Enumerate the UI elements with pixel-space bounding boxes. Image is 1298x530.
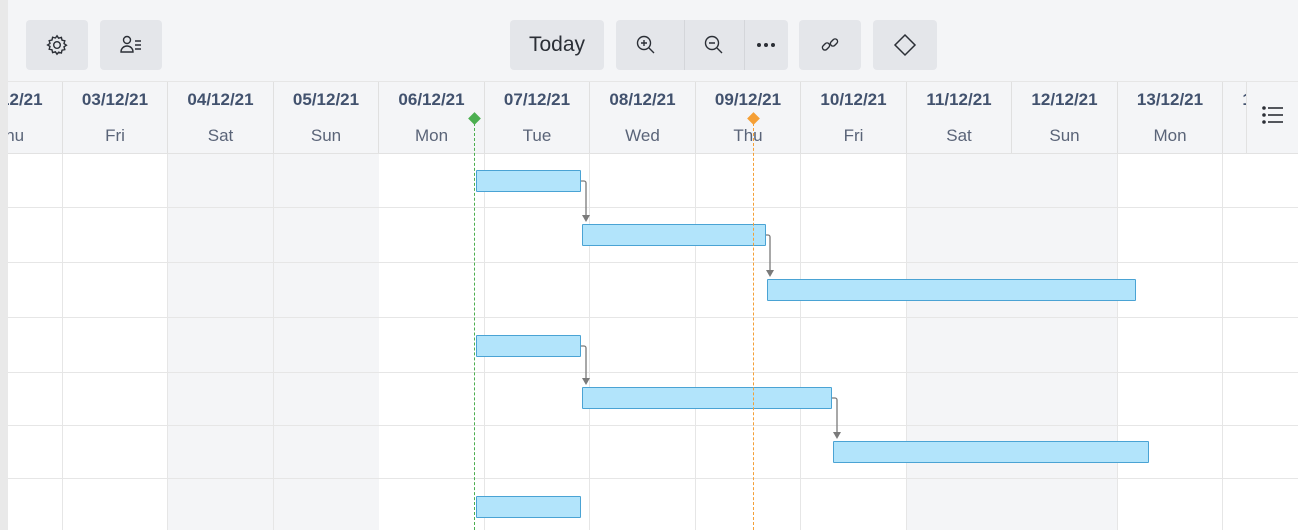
day-column — [694, 154, 801, 530]
task-bar[interactable] — [582, 387, 832, 409]
link-icon — [819, 34, 841, 56]
left-panel-edge[interactable] — [0, 0, 8, 530]
day-header-cell: Sun — [1011, 118, 1117, 153]
ellipsis-icon — [755, 41, 777, 49]
row-divider — [8, 207, 1298, 208]
list-menu-icon — [1261, 105, 1285, 130]
date-header-row: 02/12/2103/12/2104/12/2105/12/2106/12/21… — [8, 82, 1246, 118]
day-header-cell: Fri — [800, 118, 906, 153]
day-header-cell: Mon — [1116, 118, 1223, 153]
day-column — [589, 154, 695, 530]
day-header-cell: Sun — [272, 118, 379, 153]
day-column — [8, 154, 62, 530]
day-column — [1011, 154, 1117, 530]
task-bar[interactable] — [582, 224, 766, 246]
toolbar: Today — [8, 0, 1298, 82]
today-marker-line — [474, 118, 475, 530]
zoom-out-button[interactable] — [684, 20, 744, 70]
date-header-cell: 08/12/21 — [589, 82, 695, 118]
day-column — [1222, 154, 1298, 530]
resources-button[interactable] — [100, 20, 162, 70]
task-bar[interactable] — [476, 496, 581, 518]
settings-button[interactable] — [26, 20, 88, 70]
date-header-cell: 07/12/21 — [483, 82, 590, 118]
row-divider — [8, 317, 1298, 318]
row-divider — [8, 425, 1298, 426]
day-column — [378, 154, 484, 530]
people-list-icon — [119, 33, 143, 57]
day-header-cell: Sat — [905, 118, 1012, 153]
task-bar[interactable] — [833, 441, 1149, 463]
zoom-in-icon — [635, 34, 657, 56]
day-column — [800, 154, 906, 530]
diamond-icon — [893, 33, 917, 57]
date-header-cell: 05/12/21 — [272, 82, 379, 118]
day-header-cell: Tue — [483, 118, 590, 153]
deadline-marker-line — [753, 118, 754, 530]
day-column — [272, 154, 379, 530]
row-divider — [8, 478, 1298, 479]
day-header-cell: Thu — [694, 118, 801, 153]
day-header-cell: Fri — [61, 118, 168, 153]
date-header-cell: 09/12/21 — [694, 82, 801, 118]
day-header-cell: Tue — [1222, 118, 1246, 153]
column-menu-button[interactable] — [1246, 82, 1298, 154]
date-header-cell: 14/12/21 — [1222, 82, 1246, 118]
day-column — [167, 154, 273, 530]
day-header-cell: Thu — [8, 118, 62, 153]
date-header-cell: 04/12/21 — [167, 82, 273, 118]
zoom-out-icon — [703, 34, 725, 56]
date-header-cell: 11/12/21 — [905, 82, 1012, 118]
task-bar[interactable] — [767, 279, 1136, 301]
date-header-cell: 10/12/21 — [800, 82, 906, 118]
gantt-view: Today 2/21 03/12/21 04/12/21 05/12/21 06… — [0, 0, 1298, 530]
date-header-cell: 03/12/21 — [61, 82, 168, 118]
link-button[interactable] — [799, 20, 861, 70]
task-bar[interactable] — [476, 335, 581, 357]
day-column — [61, 154, 168, 530]
more-button[interactable] — [744, 20, 788, 70]
date-header-cell: 02/12/21 — [8, 82, 62, 118]
task-bar[interactable] — [476, 170, 581, 192]
row-divider — [8, 262, 1298, 263]
day-header-cell: Wed — [589, 118, 695, 153]
date-header-cell: 06/12/21 — [378, 82, 484, 118]
day-column — [1116, 154, 1223, 530]
milestone-button[interactable] — [873, 20, 937, 70]
today-button[interactable]: Today — [510, 20, 604, 70]
day-column — [905, 154, 1012, 530]
date-header-cell: 12/12/21 — [1011, 82, 1117, 118]
day-header-cell: Sat — [167, 118, 273, 153]
row-divider — [8, 372, 1298, 373]
today-label: Today — [528, 33, 586, 56]
timeline-grid[interactable] — [8, 154, 1298, 530]
date-header-cell: 13/12/21 — [1116, 82, 1223, 118]
day-header-row: ThuFriSatSunMonTueWedThuFriSatSunMonTue — [8, 118, 1246, 154]
gear-icon — [45, 33, 69, 57]
zoom-in-button[interactable] — [616, 20, 676, 70]
day-header-cell: Mon — [378, 118, 484, 153]
